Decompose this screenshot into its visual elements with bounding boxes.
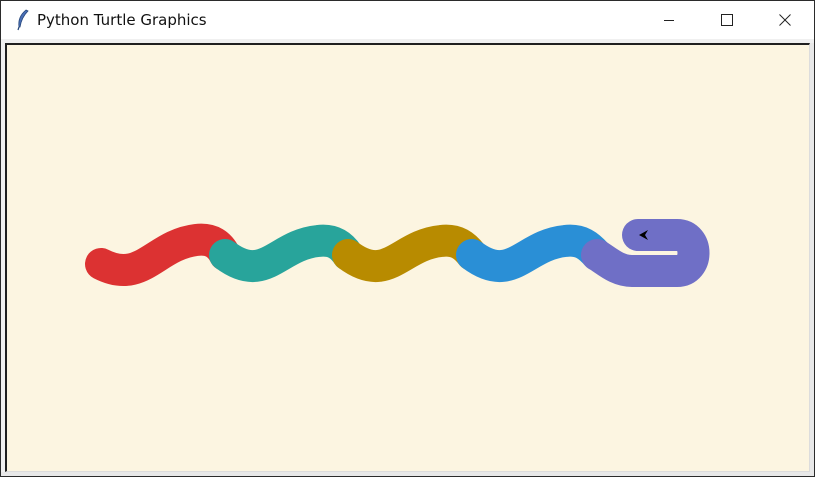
window-title: Python Turtle Graphics xyxy=(37,11,207,29)
canvas-edge-bottom xyxy=(1,472,814,476)
snake-segment-4 xyxy=(456,224,613,283)
feather-icon xyxy=(11,8,35,32)
snake-segment-3 xyxy=(332,224,488,283)
maximize-button[interactable] xyxy=(698,1,756,39)
close-button[interactable] xyxy=(756,1,814,39)
snake-segment-2 xyxy=(209,224,364,283)
snake-segment-1 xyxy=(85,223,241,286)
canvas-edge-right xyxy=(810,43,814,475)
close-icon xyxy=(779,11,791,30)
minimize-icon xyxy=(663,11,675,30)
minimize-button[interactable] xyxy=(640,1,698,39)
window-controls xyxy=(640,1,814,39)
turtle-window: Python Turtle Graphics xyxy=(0,0,815,477)
drawing-surface xyxy=(85,219,710,287)
turtle-canvas[interactable] xyxy=(5,43,810,472)
snake-segment-5 xyxy=(581,219,710,287)
title-bar[interactable]: Python Turtle Graphics xyxy=(1,1,814,39)
maximize-icon xyxy=(721,11,733,30)
